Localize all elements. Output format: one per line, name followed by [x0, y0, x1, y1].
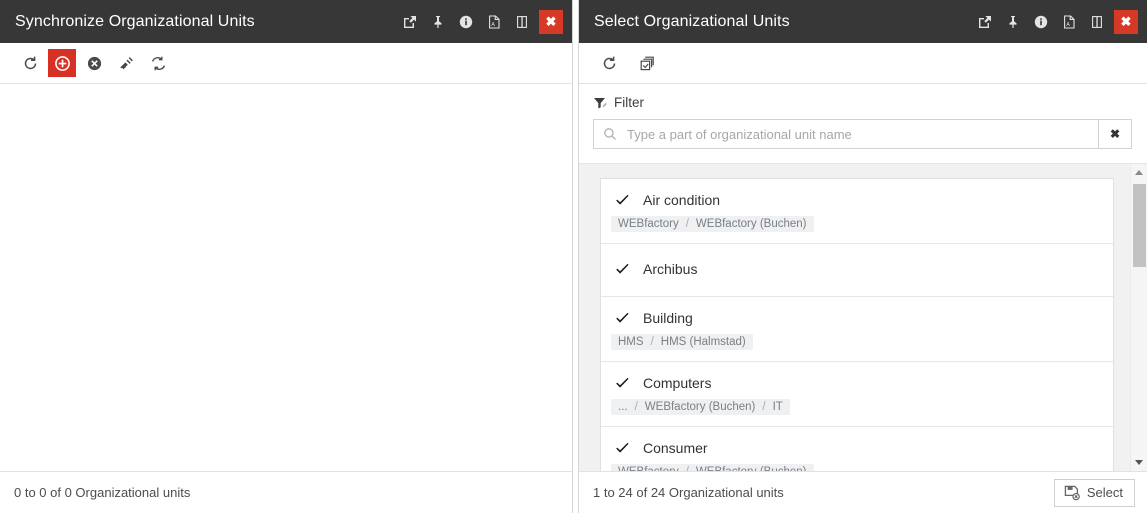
- breadcrumb-segment: HMS: [618, 336, 644, 348]
- breadcrumb-segment: HMS (Halmstad): [660, 336, 746, 348]
- list-item-header: Air condition: [611, 192, 1099, 208]
- select-button[interactable]: Select: [1053, 478, 1135, 507]
- popout-icon[interactable]: [974, 0, 996, 43]
- left-record-count: 0 to 0 of 0 Organizational units: [14, 485, 191, 500]
- breadcrumb-separator: /: [685, 218, 689, 230]
- list-item[interactable]: Archibus: [601, 244, 1113, 297]
- breadcrumb: WEBfactory / WEBfactory (Buchen): [611, 216, 814, 232]
- pin-icon[interactable]: [1002, 0, 1024, 43]
- breadcrumb-segment: WEBfactory (Buchen): [696, 466, 807, 471]
- search-icon: [603, 127, 617, 141]
- right-record-count: 1 to 24 of 24 Organizational units: [593, 485, 784, 500]
- svg-text:A: A: [1066, 22, 1070, 28]
- pdf-icon[interactable]: A: [483, 0, 505, 43]
- collapse-icon[interactable]: [1086, 0, 1108, 43]
- organizational-units-list: Air condition WEBfactory / WEBfactory (B…: [600, 178, 1114, 471]
- left-footer: 0 to 0 of 0 Organizational units: [0, 471, 572, 513]
- sync-button[interactable]: [144, 49, 172, 77]
- breadcrumb-segment: IT: [772, 401, 783, 413]
- list-item-title: Air condition: [643, 192, 721, 208]
- select-organizational-units-panel: Select Organizational Units A ✖ Filter T…: [578, 0, 1147, 513]
- scroll-up-button[interactable]: [1131, 164, 1147, 181]
- list-item-header: Consumer: [611, 440, 1099, 456]
- add-button[interactable]: [48, 49, 76, 77]
- close-button[interactable]: ✖: [1114, 9, 1138, 34]
- filter-row: ✖: [593, 119, 1132, 149]
- select-button-label: Select: [1086, 485, 1123, 500]
- scrollbar-thumb[interactable]: [1132, 184, 1146, 267]
- delete-button[interactable]: [80, 49, 108, 77]
- list-item-title: Consumer: [643, 440, 708, 456]
- check-icon[interactable]: [615, 442, 630, 455]
- scrollbar-track[interactable]: [1131, 181, 1147, 454]
- list-scrollbar[interactable]: [1130, 164, 1147, 471]
- pin-icon[interactable]: [427, 0, 449, 43]
- funnel-icon: [593, 96, 607, 110]
- check-icon[interactable]: [615, 194, 630, 207]
- pdf-icon[interactable]: A: [1058, 0, 1080, 43]
- list-item-title: Archibus: [643, 261, 698, 277]
- collapse-icon[interactable]: [511, 0, 533, 43]
- list-item[interactable]: Air condition WEBfactory / WEBfactory (B…: [601, 179, 1113, 244]
- breadcrumb: HMS / HMS (Halmstad): [611, 334, 753, 350]
- breadcrumb-separator: /: [762, 401, 766, 413]
- app-root: Synchronize Organizational Units A ✖ 0 t…: [0, 0, 1147, 513]
- breadcrumb-segment: WEBfactory: [618, 466, 679, 471]
- right-panel-title: Select Organizational Units: [594, 12, 790, 30]
- synchronize-organizational-units-panel: Synchronize Organizational Units A ✖ 0 t…: [0, 0, 573, 513]
- right-titlebar: Select Organizational Units A ✖: [579, 0, 1147, 43]
- filter-input[interactable]: [623, 120, 1098, 148]
- chevron-down-icon: [1135, 460, 1143, 465]
- left-content-area: [0, 84, 572, 471]
- clear-button[interactable]: [112, 49, 140, 77]
- list-item[interactable]: Building HMS / HMS (Halmstad): [601, 297, 1113, 362]
- scroll-down-button[interactable]: [1131, 454, 1147, 471]
- list-item-title: Computers: [643, 375, 712, 391]
- breadcrumb-segment: ...: [618, 401, 628, 413]
- popout-icon[interactable]: [399, 0, 421, 43]
- filter-label-row: Filter: [593, 95, 1132, 110]
- organizational-units-list-region: Air condition WEBfactory / WEBfactory (B…: [579, 164, 1147, 471]
- breadcrumb: ... / WEBfactory (Buchen) / IT: [611, 399, 790, 415]
- select-all-button[interactable]: [633, 49, 661, 77]
- breadcrumb-segment: WEBfactory (Buchen): [644, 401, 756, 413]
- breadcrumb-separator: /: [634, 401, 638, 413]
- clear-filter-button[interactable]: ✖: [1099, 119, 1132, 149]
- right-footer: 1 to 24 of 24 Organizational units Selec…: [579, 471, 1147, 513]
- left-titlebar: Synchronize Organizational Units A ✖: [0, 0, 572, 43]
- breadcrumb-separator: /: [650, 336, 654, 348]
- filter-label: Filter: [614, 95, 644, 110]
- breadcrumb-separator: /: [686, 466, 689, 471]
- left-toolbar: [0, 43, 572, 84]
- refresh-button[interactable]: [595, 49, 623, 77]
- list-item-header: Archibus: [611, 261, 1099, 277]
- check-icon[interactable]: [615, 312, 630, 325]
- breadcrumb: WEBfactory / WEBfactory (Buchen): [611, 464, 814, 471]
- list-item-header: Building: [611, 310, 1099, 326]
- list-item[interactable]: Computers ... / WEBfactory (Buchen) / IT: [601, 362, 1113, 427]
- filter-input-wrapper: [593, 119, 1099, 149]
- list-item-title: Building: [643, 310, 693, 326]
- right-toolbar: [579, 43, 1147, 84]
- right-titlebar-icons: A ✖: [974, 0, 1147, 43]
- refresh-button[interactable]: [16, 49, 44, 77]
- list-item-header: Computers: [611, 375, 1099, 391]
- list-item[interactable]: Consumer WEBfactory / WEBfactory (Buchen…: [601, 427, 1113, 471]
- chevron-up-icon: [1135, 170, 1143, 175]
- select-icon: [1064, 485, 1080, 501]
- close-button[interactable]: ✖: [539, 9, 563, 34]
- breadcrumb-segment: WEBfactory (Buchen): [695, 218, 807, 230]
- check-icon[interactable]: [615, 263, 630, 276]
- svg-text:A: A: [491, 22, 495, 28]
- left-panel-title: Synchronize Organizational Units: [15, 12, 255, 30]
- check-icon[interactable]: [615, 377, 630, 390]
- info-icon[interactable]: [455, 0, 477, 43]
- left-titlebar-icons: A ✖: [399, 0, 572, 43]
- list-padding: Air condition WEBfactory / WEBfactory (B…: [579, 164, 1130, 471]
- info-icon[interactable]: [1030, 0, 1052, 43]
- filter-area: Filter ✖: [579, 84, 1147, 164]
- breadcrumb-segment: WEBfactory: [618, 218, 679, 230]
